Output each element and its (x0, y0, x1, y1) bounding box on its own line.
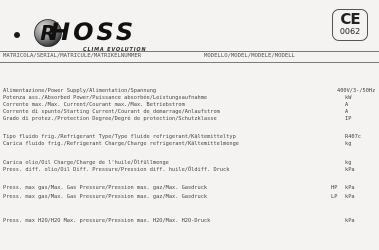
spec-row-oil-charge-label: Carica olio/Oil Charge/Charge de l'huile… (3, 160, 169, 166)
spec-row-oil-diff-pressure-label: Press. diff. olio/Oil Diff. Pressure/Pre… (3, 167, 230, 173)
spec-row-max-gas-pressure-lp-symbol: LP (331, 194, 338, 200)
notified-body-number: 0062 (339, 27, 361, 36)
spec-row-protection-degree-unit: IP (345, 116, 352, 122)
spec-row-refrigerant-type-unit: R407c (345, 134, 361, 140)
spec-row-max-gas-pressure-lp-unit: kPa (345, 194, 355, 200)
spec-row-oil-diff-pressure-unit: kPa (345, 167, 355, 173)
model-heading: MODELLO/MODEL/MODELE/MODELL (204, 53, 295, 59)
brand-logo: R HOSS CLIMA EVOLUTION (6, 10, 176, 53)
brand-name: HOSS (50, 18, 137, 46)
serial-number-heading: MATRICOLA/SERIAL/MATRICULE/MATRIKELNUMME… (3, 53, 142, 59)
spec-row-absorbed-power-label: Potenza ass./Absorbed Power/Puissance ab… (3, 95, 208, 101)
spec-row-max-water-pressure-label: Press. max H2O/H2O Max. pressure/Pressio… (3, 218, 211, 224)
spec-row-max-gas-pressure-hp-label: Press. max gas/Max. Gas Pressure/Pressio… (3, 185, 208, 191)
header-bottom-rule (0, 62, 379, 63)
spec-row-absorbed-power-unit: kW (345, 95, 352, 101)
header-top-rule (0, 51, 379, 52)
spec-row-max-gas-pressure-lp-label: Press. max gas/Max. Gas Pressure/Pressio… (3, 194, 208, 200)
ce-certification-badge: CE 0062 (332, 9, 368, 41)
spec-row-max-current-label: Corrente max./Max. Current/Courant max./… (3, 102, 185, 108)
spec-row-max-water-pressure-unit: kPa (345, 218, 355, 224)
bullet-dot (14, 32, 20, 38)
spec-row-refrigerant-charge-label: Carica fluido frig./Refrigerant Charge/C… (3, 141, 239, 147)
ce-mark: CE (340, 10, 360, 28)
spec-row-starting-current-label: Corrente di spunto/Starting Current/Cour… (3, 109, 220, 115)
spec-row-refrigerant-type-label: Tipo fluido frig./Refrigerant Type/Type … (3, 134, 236, 140)
spec-row-max-gas-pressure-hp-symbol: HP (331, 185, 338, 191)
spec-row-refrigerant-charge-unit: kg (345, 141, 352, 147)
spec-row-power-supply-unit: 400V/3-/50Hz (337, 88, 376, 94)
spec-row-power-supply-label: Alimentazione/Power Supply/Alimentation/… (3, 88, 157, 94)
spec-row-protection-degree-label: Grado di protez./Protection Degree/Degré… (3, 116, 217, 122)
spec-row-max-current-unit: A (345, 102, 349, 108)
spec-row-starting-current-unit: A (345, 109, 349, 115)
spec-row-oil-charge-unit: kg (345, 160, 352, 166)
spec-row-max-gas-pressure-hp-unit: kPa (345, 185, 355, 191)
rating-plate: R HOSS CLIMA EVOLUTION CE 0062 MATRICOLA… (0, 0, 379, 250)
